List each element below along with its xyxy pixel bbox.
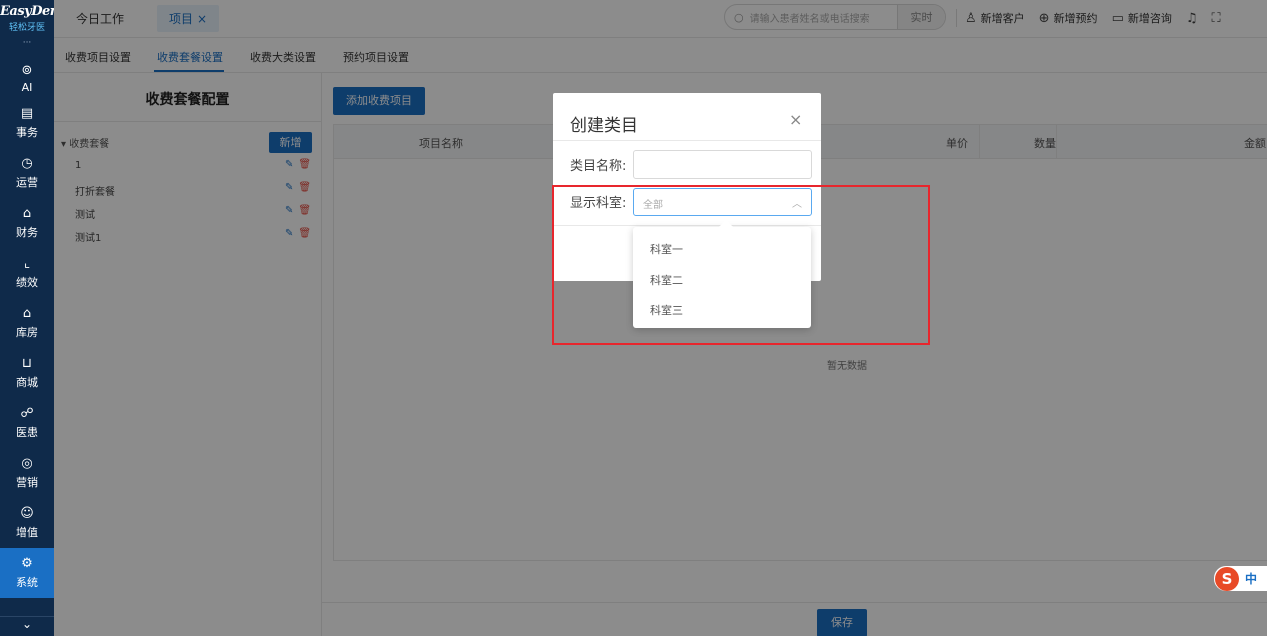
- sidebar-item-warehouse[interactable]: ⌂ 库房: [0, 298, 54, 348]
- more-icon[interactable]: ···: [0, 38, 54, 58]
- close-icon[interactable]: ×: [789, 110, 802, 129]
- wallet-icon: ⌂: [22, 206, 32, 221]
- sidebar-item-system[interactable]: ⚙ 系统: [0, 548, 54, 598]
- sidebar-item-ai[interactable]: ⊚ AI: [0, 58, 54, 98]
- target-icon: ◎: [21, 456, 33, 471]
- highlight-box: [552, 185, 930, 345]
- sidebar-item-performance[interactable]: ⌞ 绩效: [0, 248, 54, 298]
- sogou-icon: S: [1215, 566, 1239, 591]
- sidebar-item-value-added[interactable]: ☺ 增值: [0, 498, 54, 548]
- dialog-title: 创建类目: [570, 116, 638, 136]
- logo: EasyDent 轻松牙医: [0, 0, 65, 38]
- logo-text: EasyDent: [0, 4, 65, 19]
- ime-indicator[interactable]: S 中: [1214, 566, 1267, 591]
- divider: [553, 140, 821, 141]
- sidebar-item-marketing[interactable]: ◎ 营销: [0, 448, 54, 498]
- warehouse-icon: ⌂: [22, 306, 32, 321]
- cart-icon: ⊔: [21, 356, 33, 371]
- face-icon: ☺: [20, 506, 34, 521]
- sidebar-item-operations[interactable]: ◷ 运营: [0, 148, 54, 198]
- ime-language: 中: [1245, 572, 1258, 586]
- chevron-down-icon[interactable]: ⌄: [0, 616, 54, 636]
- sidebar-item-patients[interactable]: ☍ 医患: [0, 398, 54, 448]
- chart-icon: ⌞: [23, 256, 31, 271]
- category-name-label: 类目名称:: [570, 159, 627, 174]
- sidebar: EasyDent 轻松牙医 ··· ⊚ AI ▤ 事务 ◷ 运营 ⌂ 财务 ⌞ …: [0, 0, 65, 636]
- gear-icon: ⚙: [21, 556, 33, 571]
- ai-icon: ⊚: [21, 62, 33, 78]
- clipboard-icon: ▤: [20, 106, 34, 121]
- clock-icon: ◷: [21, 156, 33, 171]
- people-icon: ☍: [20, 406, 34, 421]
- category-name-input[interactable]: [633, 150, 812, 179]
- sidebar-item-mall[interactable]: ⊔ 商城: [0, 348, 54, 398]
- logo-subtext: 轻松牙医: [8, 23, 45, 33]
- sidebar-item-affairs[interactable]: ▤ 事务: [0, 98, 54, 148]
- sidebar-item-finance[interactable]: ⌂ 财务: [0, 198, 54, 248]
